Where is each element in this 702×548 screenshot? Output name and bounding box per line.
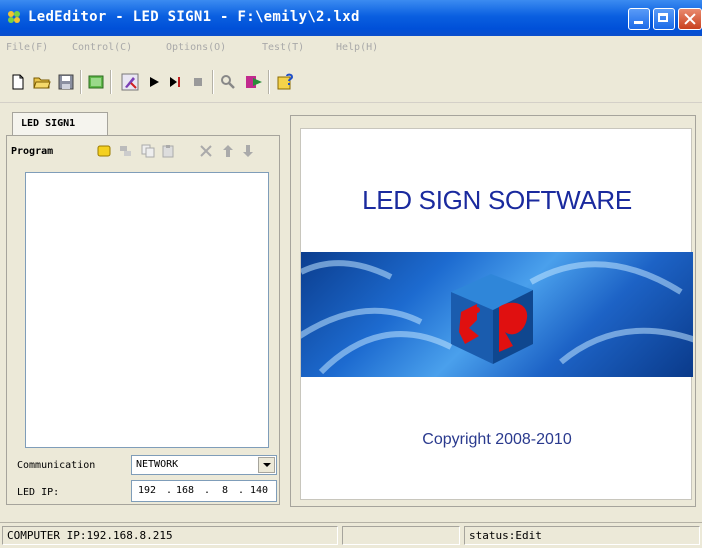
banner-graphic <box>301 260 693 375</box>
status-middle <box>342 526 460 545</box>
tab-led-sign1[interactable]: LED SIGN1 <box>12 112 108 136</box>
ip-octet-3[interactable]: 8 <box>222 485 228 496</box>
chevron-down-icon[interactable] <box>258 457 275 473</box>
status-computer-ip: COMPUTER IP:192.168.8.215 <box>2 526 338 545</box>
communication-select[interactable]: NETWORK <box>131 455 277 475</box>
communication-label: Communication <box>17 460 96 471</box>
open-folder-icon[interactable] <box>32 72 52 92</box>
toolbar-separator <box>80 70 82 94</box>
copy-icon[interactable] <box>139 142 157 160</box>
tab-label: LED SIGN1 <box>21 118 76 129</box>
edit-pen-icon[interactable] <box>120 72 140 92</box>
toolbar <box>0 62 702 103</box>
app-window: LedEditor - LED SIGN1 - F:\emily\2.lxd F… <box>0 0 702 548</box>
move-up-icon[interactable] <box>219 142 237 160</box>
program-list[interactable] <box>25 172 269 448</box>
splash-panel: LED SIGN SOFTWARE Copyright 2008-2010 <box>300 128 693 500</box>
play-icon[interactable] <box>144 72 164 92</box>
move-down-icon[interactable] <box>239 142 257 160</box>
toolbar-separator <box>268 70 270 94</box>
menu-bar: File(F) Control(C) Options(O) Test(T) He… <box>0 36 702 62</box>
preview-icon[interactable] <box>86 72 106 92</box>
ip-octet-4[interactable]: 140 <box>250 485 268 496</box>
new-program-icon[interactable] <box>95 142 113 160</box>
close-button[interactable] <box>678 8 702 30</box>
menu-options[interactable]: Options(O) <box>166 42 226 53</box>
program-label: Program <box>11 146 54 157</box>
splash-banner <box>301 252 693 377</box>
save-icon[interactable] <box>56 72 76 92</box>
cube-logo-icon <box>451 274 533 364</box>
toolbar-separator <box>212 70 214 94</box>
menu-test[interactable]: Test(T) <box>262 42 304 53</box>
toolbar-separator <box>110 70 112 94</box>
stop-icon[interactable] <box>188 72 208 92</box>
ip-octet-2[interactable]: 168 <box>176 485 194 496</box>
status-bar: COMPUTER IP:192.168.8.215 status:Edit <box>0 522 702 548</box>
led-ip-field[interactable]: 192 . 168 . 8 . 140 <box>131 480 277 502</box>
maximize-button[interactable] <box>653 8 675 30</box>
menu-help[interactable]: Help(H) <box>336 42 378 53</box>
menu-control[interactable]: Control(C) <box>72 42 132 53</box>
ip-octet-1[interactable]: 192 <box>138 485 156 496</box>
send-icon[interactable] <box>244 72 264 92</box>
new-file-icon[interactable] <box>8 72 28 92</box>
help-icon[interactable] <box>276 72 296 92</box>
minimize-button[interactable] <box>628 8 650 30</box>
step-play-icon[interactable] <box>166 72 186 92</box>
delete-icon[interactable] <box>197 142 215 160</box>
paste-icon[interactable] <box>159 142 177 160</box>
copyright-text: Copyright 2008-2010 <box>422 431 572 448</box>
window-title: LedEditor - LED SIGN1 - F:\emily\2.lxd <box>28 9 360 25</box>
splash-title: LED SIGN SOFTWARE <box>362 185 632 215</box>
led-ip-label: LED IP: <box>17 487 60 498</box>
communication-value: NETWORK <box>136 459 179 470</box>
menu-file[interactable]: File(F) <box>6 42 48 53</box>
title-bar[interactable]: LedEditor - LED SIGN1 - F:\emily\2.lxd <box>0 0 702 36</box>
status-state: status:Edit <box>464 526 700 545</box>
zoom-icon[interactable] <box>218 72 238 92</box>
rename-icon[interactable] <box>117 142 135 160</box>
app-logo-icon <box>8 11 20 23</box>
left-panel: Program Communication NETWORK LED IP: 19… <box>6 135 280 505</box>
